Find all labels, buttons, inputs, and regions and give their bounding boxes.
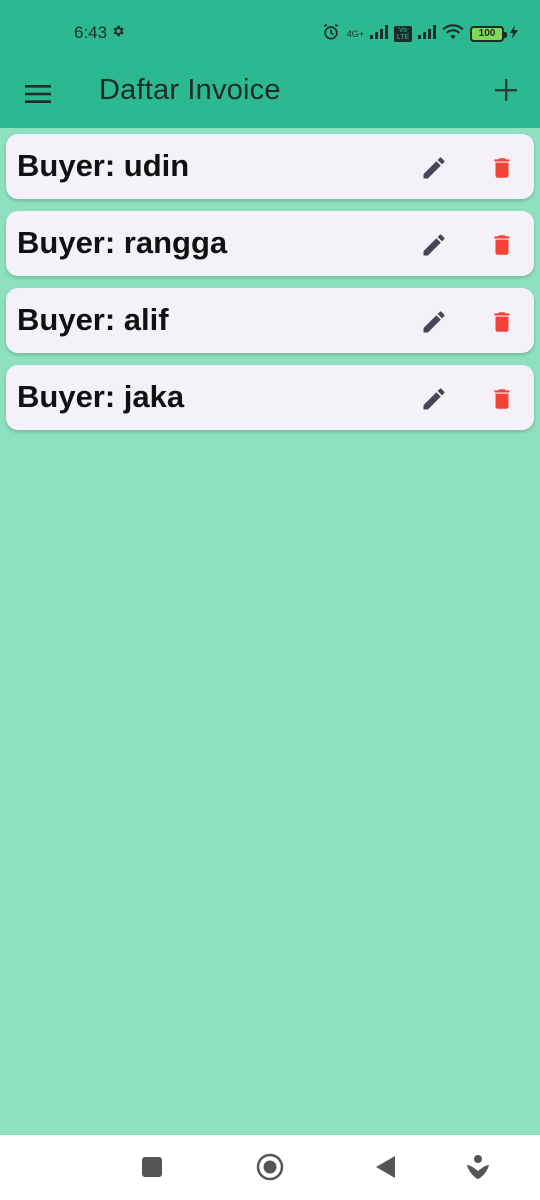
back-triangle-icon[interactable]	[370, 1151, 402, 1183]
delete-button[interactable]	[486, 229, 518, 261]
edit-button[interactable]	[418, 229, 450, 261]
invoice-card[interactable]: Buyer: udin	[6, 134, 534, 199]
edit-button[interactable]	[418, 152, 450, 184]
trash-icon	[494, 389, 510, 409]
pencil-icon	[423, 234, 445, 256]
delete-button[interactable]	[486, 383, 518, 415]
signal-icon	[370, 25, 388, 42]
hamburger-menu-icon[interactable]	[20, 76, 56, 112]
pencil-icon	[423, 311, 445, 333]
edit-button[interactable]	[418, 306, 450, 338]
invoice-card[interactable]: Buyer: alif	[6, 288, 534, 353]
trash-icon	[494, 158, 510, 178]
status-icons: 4G+ Vo LTE 100	[321, 22, 518, 45]
volte-label: Vo LTE	[394, 25, 412, 42]
invoice-buyer-label: Buyer: alif	[17, 302, 169, 337]
settings-gear-icon	[111, 23, 125, 43]
page-title: Daftar Invoice	[99, 74, 281, 106]
status-time: 6:43	[74, 23, 108, 42]
pencil-icon	[423, 388, 445, 410]
assistant-icon[interactable]	[462, 1151, 494, 1183]
home-circle-icon[interactable]	[254, 1151, 286, 1183]
trash-icon	[494, 235, 510, 255]
status-time-group: 6:43	[74, 23, 125, 43]
app-bar: Daftar Invoice	[0, 60, 540, 128]
trash-icon	[494, 312, 510, 332]
system-nav-bar	[0, 1135, 540, 1200]
wifi-icon	[442, 24, 464, 43]
pencil-icon	[423, 157, 445, 179]
recents-square-icon[interactable]	[136, 1151, 168, 1183]
invoice-card[interactable]: Buyer: jaka	[6, 365, 534, 430]
invoice-list: Buyer: udin Buyer: rangga Buyer: alif Bu…	[6, 134, 534, 430]
edit-button[interactable]	[418, 383, 450, 415]
status-bar: 6:43 4G+ Vo LTE 100	[0, 0, 540, 60]
signal-icon-2	[418, 25, 436, 42]
invoice-buyer-label: Buyer: rangga	[17, 225, 228, 260]
battery-icon: 100	[470, 25, 507, 42]
battery-level: 100	[478, 28, 496, 39]
invoice-card[interactable]: Buyer: rangga	[6, 211, 534, 276]
delete-button[interactable]	[486, 152, 518, 184]
invoice-buyer-label: Buyer: jaka	[17, 379, 185, 414]
charging-bolt-icon	[510, 25, 518, 42]
delete-button[interactable]	[486, 306, 518, 338]
network-type-label: 4G+	[346, 28, 364, 39]
add-invoice-button[interactable]	[486, 72, 526, 112]
alarm-icon	[321, 22, 341, 45]
invoice-buyer-label: Buyer: udin	[17, 148, 190, 183]
plus-icon	[495, 78, 517, 106]
